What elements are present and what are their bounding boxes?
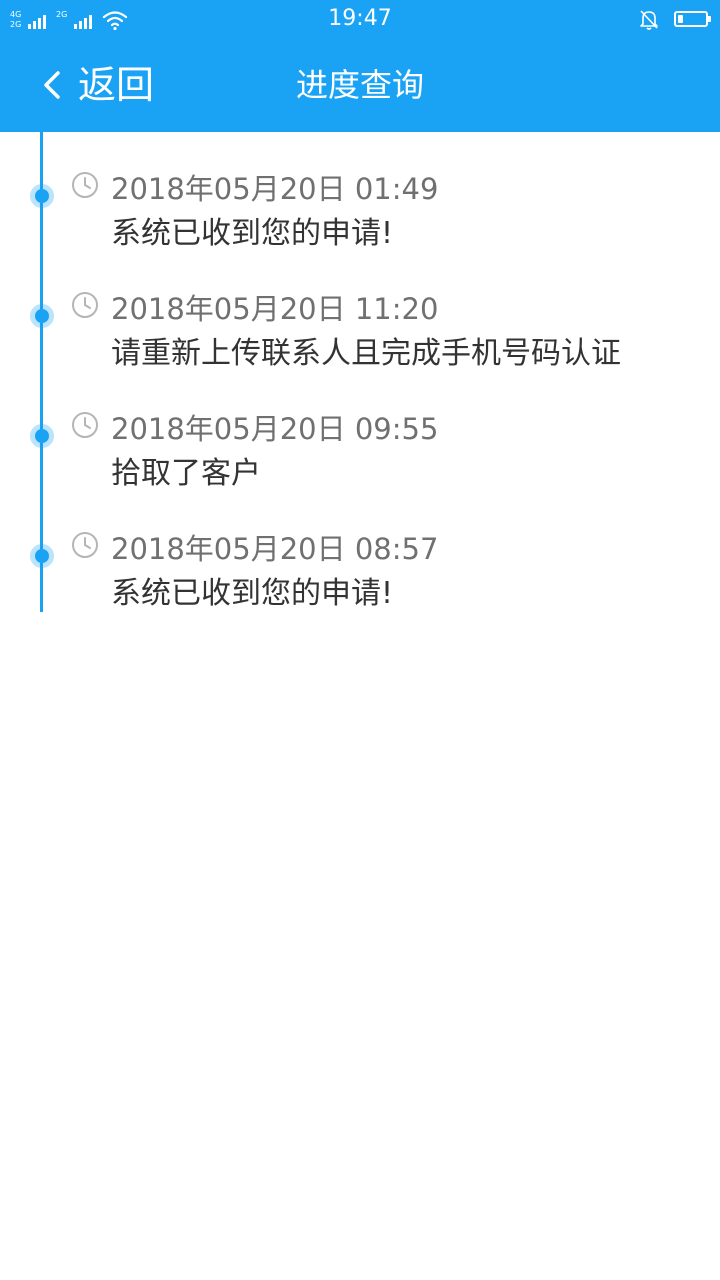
timeline-dot [30,544,54,568]
battery-level [678,15,683,23]
timeline-item: 2018年05月20日 08:57 系统已收到您的申请! [0,492,720,612]
timeline-item: 2018年05月20日 01:49 系统已收到您的申请! [0,132,720,252]
page-title: 进度查询 [295,66,424,104]
status-time: 19:47 [328,6,392,31]
timeline-item-time: 2018年05月20日 01:49 [111,172,439,206]
clock-icon [72,292,98,318]
timeline-item-text: 请重新上传联系人且完成手机号码认证 [111,336,621,371]
status-bar: 4G 2G 2G 19:47 [0,0,720,38]
progress-timeline: 2018年05月20日 01:49 系统已收到您的申请! 2018年05月20日… [0,132,720,612]
header-bar: 返回 进度查询 [0,38,720,132]
timeline-item-time: 2018年05月20日 11:20 [111,292,439,326]
timeline-item-time: 2018年05月20日 08:57 [111,532,439,566]
timeline-dot [30,424,54,448]
timeline-item-text: 系统已收到您的申请! [111,576,394,611]
clock-icon [72,172,98,198]
timeline-item-text: 拾取了客户 [111,456,261,491]
timeline-dot [30,304,54,328]
timeline-item-time: 2018年05月20日 09:55 [111,412,439,446]
status-right-icons [638,7,711,31]
timeline-item-text: 系统已收到您的申请! [111,216,394,251]
clock-icon [72,532,98,558]
timeline-dot [30,184,54,208]
battery-icon [674,11,711,27]
clock-icon [72,412,98,438]
timeline-item: 2018年05月20日 09:55 拾取了客户 [0,372,720,492]
bell-off-icon [640,10,658,30]
timeline-item: 2018年05月20日 11:20 请重新上传联系人且完成手机号码认证 [0,252,720,372]
